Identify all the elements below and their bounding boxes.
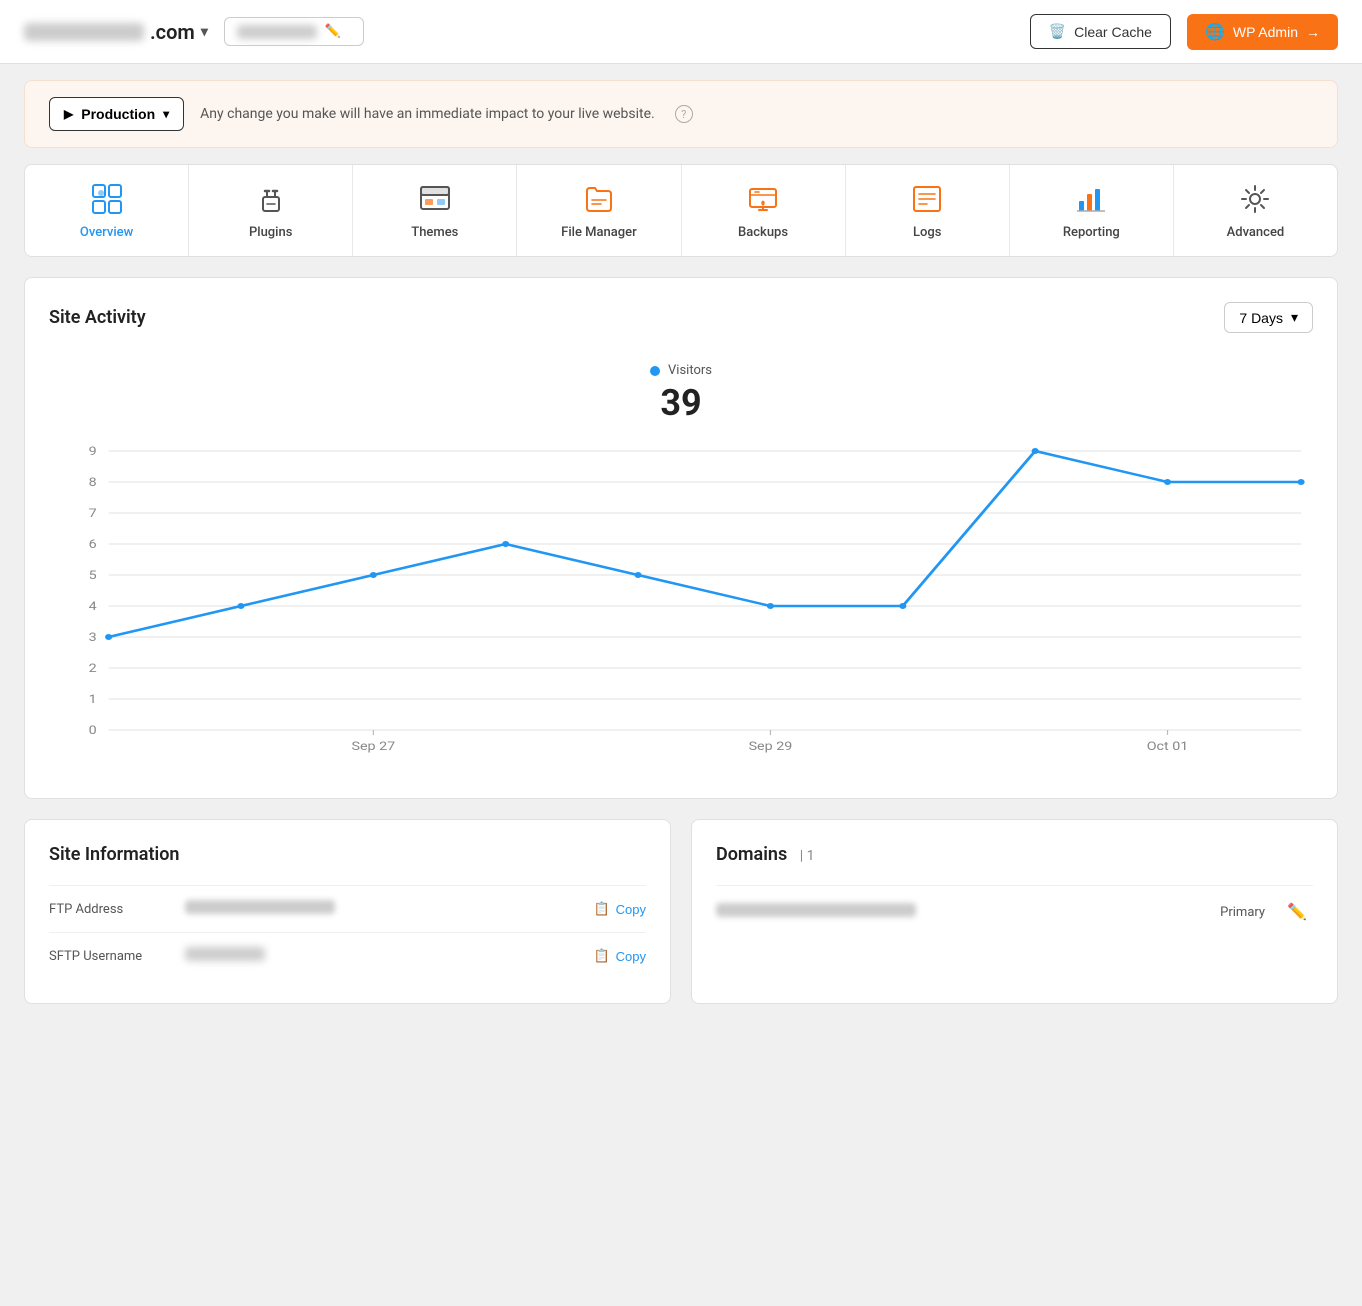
tab-logs-label: Logs [913,225,941,240]
domain-row: Primary ✏️ [716,885,1313,938]
tab-logs[interactable]: Logs [846,165,1010,256]
svg-text:0: 0 [89,724,97,738]
svg-text:8: 8 [89,476,97,490]
svg-text:9: 9 [89,445,97,459]
clear-cache-icon: 🗑️ [1049,23,1066,40]
site-information-card: Site Information FTP Address 📋 Copy SFTP… [24,819,671,1004]
domain-edit-button[interactable]: ✏️ [1281,900,1313,924]
sftp-username-row: SFTP Username 📋 Copy [49,932,646,979]
environment-label: Production [81,106,155,122]
wp-admin-button[interactable]: 🌐 WP Admin → [1187,14,1338,50]
svg-text:1: 1 [89,693,97,707]
legend-dot [650,366,660,376]
domains-title: Domains | 1 [716,844,1313,865]
overview-icon [89,181,125,217]
site-name-blurred [237,25,317,39]
clear-cache-label: Clear Cache [1074,24,1152,40]
banner-message: Any change you make will have an immedia… [200,106,655,122]
tab-plugins-label: Plugins [249,225,292,240]
file-manager-icon [581,181,617,217]
logs-icon [909,181,945,217]
tab-file-manager-label: File Manager [561,225,637,240]
tab-reporting-label: Reporting [1063,225,1120,240]
sftp-copy-button[interactable]: 📋 Copy [593,948,646,964]
ftp-copy-button[interactable]: 📋 Copy [593,901,646,917]
backups-icon [745,181,781,217]
tab-advanced-label: Advanced [1227,225,1285,240]
site-activity-header: Site Activity 7 Days ▾ [49,302,1313,333]
svg-text:2: 2 [89,662,97,676]
days-chevron-icon: ▾ [1291,309,1298,326]
ftp-address-row: FTP Address 📋 Copy [49,885,646,932]
wp-icon: 🌐 [1205,22,1225,42]
chart-svg: 0 1 2 3 4 5 6 7 8 9 [49,440,1313,764]
tab-overview[interactable]: Overview [25,165,189,256]
domains-count: | 1 [800,848,815,864]
domains-card: Domains | 1 Primary ✏️ [691,819,1338,1004]
svg-text:Oct 01: Oct 01 [1147,740,1189,754]
sftp-copy-icon: 📋 [593,948,609,964]
domain-suffix: .com [150,20,195,44]
domain-display: .com ▾ [24,20,208,44]
info-icon[interactable]: ? [675,105,693,123]
tab-reporting[interactable]: Reporting [1010,165,1174,256]
wp-admin-arrow-icon: → [1306,24,1320,40]
tab-plugins[interactable]: Plugins [189,165,353,256]
nav-tabs: Overview Plugins Themes [24,164,1338,257]
clear-cache-button[interactable]: 🗑️ Clear Cache [1030,14,1171,49]
domain-blurred-value [716,903,916,917]
days-select-button[interactable]: 7 Days ▾ [1224,302,1313,333]
advanced-icon [1237,181,1273,217]
sftp-username-blurred [185,947,265,961]
main-content: Site Activity 7 Days ▾ Visitors 39 [0,257,1362,1024]
tab-backups[interactable]: Backups [682,165,846,256]
tab-file-manager[interactable]: File Manager [517,165,681,256]
reporting-icon [1073,181,1109,217]
tab-backups-label: Backups [738,225,788,240]
ftp-address-label: FTP Address [49,902,169,917]
days-label: 7 Days [1239,310,1283,326]
tab-themes-label: Themes [411,225,458,240]
legend-label: Visitors [668,363,712,378]
sftp-copy-label: Copy [616,949,646,964]
site-activity-card: Site Activity 7 Days ▾ Visitors 39 [24,277,1338,799]
svg-text:4: 4 [89,600,98,614]
chart-total-visitors: 39 [49,382,1313,424]
bottom-grid: Site Information FTP Address 📋 Copy SFTP… [24,819,1338,1004]
environment-banner: ▶ Production ▾ Any change you make will … [24,80,1338,148]
play-icon: ▶ [64,107,73,121]
wp-admin-label: WP Admin [1233,24,1298,40]
sftp-username-value [185,947,577,965]
chart-container: Visitors 39 [49,353,1313,774]
svg-text:3: 3 [89,631,97,645]
environment-chevron-icon: ▾ [163,107,169,121]
svg-text:Sep 27: Sep 27 [351,740,395,754]
svg-text:Sep 29: Sep 29 [749,740,793,754]
site-information-title: Site Information [49,844,646,865]
chart-legend: Visitors [49,363,1313,378]
site-activity-title: Site Activity [49,307,146,328]
ftp-copy-label: Copy [616,902,646,917]
domain-name-value [716,903,1204,921]
copy-icon: 📋 [593,901,609,917]
svg-text:6: 6 [89,538,97,552]
site-name-input[interactable]: ✏️ [224,17,364,46]
themes-icon [417,181,453,217]
ftp-address-blurred [185,900,335,914]
plugins-icon [253,181,289,217]
ftp-address-value [185,900,577,918]
svg-text:7: 7 [89,507,97,521]
domain-blurred [24,23,144,41]
domain-chevron-icon[interactable]: ▾ [201,24,208,40]
primary-badge: Primary [1220,905,1265,920]
environment-button[interactable]: ▶ Production ▾ [49,97,184,131]
sftp-username-label: SFTP Username [49,949,169,964]
tab-advanced[interactable]: Advanced [1174,165,1337,256]
tab-themes[interactable]: Themes [353,165,517,256]
tab-overview-label: Overview [80,225,133,240]
svg-text:5: 5 [89,569,97,583]
header: .com ▾ ✏️ 🗑️ Clear Cache 🌐 WP Admin → [0,0,1362,64]
edit-pencil-icon[interactable]: ✏️ [325,24,341,39]
